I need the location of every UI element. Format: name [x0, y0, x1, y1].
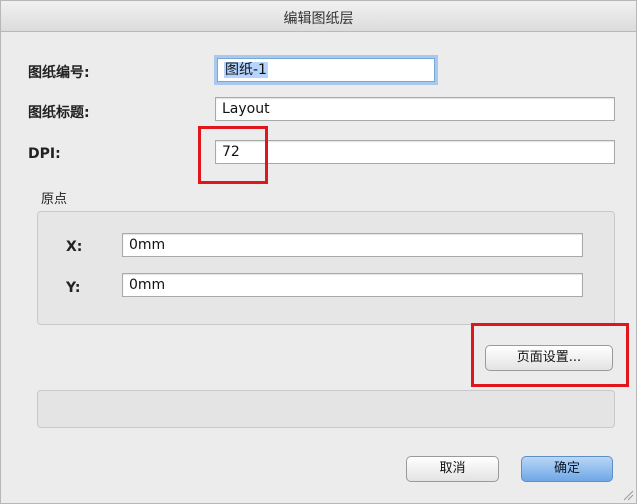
edit-sheet-layer-dialog: 编辑图纸层 图纸编号: 图纸-1 图纸标题: Layout DPI: 72 原点… [0, 0, 637, 504]
status-area [37, 390, 615, 428]
title-bar[interactable]: 编辑图纸层 [1, 1, 636, 32]
dpi-input[interactable]: 72 [215, 140, 615, 164]
cancel-button[interactable]: 取消 [406, 456, 499, 482]
dpi-highlight-box [198, 126, 268, 184]
origin-group-title: 原点 [41, 192, 68, 207]
dialog-title: 编辑图纸层 [283, 11, 354, 27]
ok-button[interactable]: 确定 [521, 456, 613, 482]
origin-y-input[interactable]: 0mm [122, 273, 583, 297]
resize-grip-icon[interactable] [622, 489, 634, 501]
sheet-number-value: 图纸-1 [224, 62, 268, 78]
dpi-label: DPI: [28, 146, 61, 162]
origin-group [37, 211, 615, 325]
origin-x-input[interactable]: 0mm [122, 233, 583, 257]
sheet-number-label: 图纸编号: [28, 65, 90, 81]
origin-y-label: Y: [66, 280, 81, 296]
sheet-title-label: 图纸标题: [28, 105, 90, 121]
page-setup-highlight-box [471, 323, 629, 387]
sheet-number-input[interactable]: 图纸-1 [217, 58, 435, 82]
sheet-title-input[interactable]: Layout [215, 97, 615, 121]
origin-x-label: X: [66, 239, 83, 255]
